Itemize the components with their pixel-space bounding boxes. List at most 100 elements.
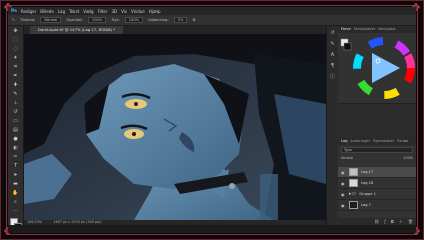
options-bar: ✎ Tilstand: Normal Opacitet: 100% Tryk: … xyxy=(8,15,416,26)
gear-icon[interactable]: ⚙ xyxy=(192,18,195,22)
tab-swatches[interactable]: Farveprøver xyxy=(354,26,376,33)
menu-item-3d[interactable]: 3D xyxy=(111,9,117,14)
stamp-tool-icon[interactable]: ⊥ xyxy=(11,100,21,107)
eye-icon[interactable]: ◉ xyxy=(341,192,346,197)
brush-tool-icon[interactable]: ✎ xyxy=(11,91,21,98)
menu-item-vaelg[interactable]: Vælg xyxy=(83,9,93,14)
layer-thumbnail xyxy=(349,201,358,209)
eye-icon[interactable]: ◉ xyxy=(341,170,346,175)
brush-settings-icon[interactable]: ✎ xyxy=(329,41,337,48)
tab-color[interactable]: Farve xyxy=(341,26,351,33)
color-panel-tabs: Farve Farveprøver Navigator xyxy=(338,26,416,33)
trash-icon[interactable]: 🗑 xyxy=(408,218,413,225)
tools-panel: ✥ ⬚ ◌ ✦ ⌗ ✒ ✚ ✎ ⊥ ↺ ▭ ▤ ● ◐ ✑ T ➤ ▬ ✋ ⌕ … xyxy=(8,26,24,231)
opacity-field[interactable]: 100% xyxy=(87,17,107,23)
tab-history[interactable]: Forløb xyxy=(397,138,408,145)
menu-item-hjaelp[interactable]: Hjælp xyxy=(149,9,161,14)
artwork-illustration xyxy=(24,34,326,220)
blur-tool-icon[interactable]: ● xyxy=(11,136,21,143)
tab-properties[interactable]: Egenskaber xyxy=(373,138,394,145)
healing-tool-icon[interactable]: ✚ xyxy=(11,82,21,89)
eye-icon[interactable]: ◉ xyxy=(341,181,346,186)
link-icon[interactable]: ⛓ xyxy=(374,218,379,225)
blend-controls: Normal 100% xyxy=(341,155,413,161)
zoom-tool-icon[interactable]: ⌕ xyxy=(11,199,21,206)
menu-item-vindue[interactable]: Vindue xyxy=(131,9,145,14)
menu-item-lag[interactable]: Lag xyxy=(58,9,65,14)
fx-icon[interactable]: ƒ xyxy=(384,218,385,225)
move-tool-icon[interactable]: ✥ xyxy=(11,28,21,35)
menu-item-billede[interactable]: Billede xyxy=(40,9,54,14)
crop-tool-icon[interactable]: ⌗ xyxy=(11,64,21,71)
smoothing-field[interactable]: 0% xyxy=(173,17,188,23)
flow-label: Tryk: xyxy=(111,18,120,22)
layers-list: ◉ Lag 17 ◉ Lag 16 ◉ ▸▭ Gruppe 1 ◉ Lag 7 xyxy=(338,167,416,211)
smoothing-label: Udjævning: xyxy=(148,18,169,22)
tab-navigator[interactable]: Navigator xyxy=(378,26,396,33)
tab-adjustments[interactable]: Justeringer xyxy=(351,138,371,145)
layer-name: Lag 7 xyxy=(361,203,371,207)
layer-row[interactable]: ◉ Lag 7 xyxy=(338,200,416,211)
opacity-label: Opacitet: xyxy=(66,18,83,22)
layer-row[interactable]: ◉ Lag 17 xyxy=(338,167,416,178)
layer-thumbnail xyxy=(349,168,358,176)
menu-item-tekst[interactable]: Tekst xyxy=(69,9,79,14)
folder-icon: ▸▭ xyxy=(349,191,357,197)
dodge-tool-icon[interactable]: ◐ xyxy=(11,145,21,152)
magic-wand-tool-icon[interactable]: ✦ xyxy=(11,55,21,62)
layer-name: Lag 16 xyxy=(361,181,374,185)
history-icon[interactable]: ↺ xyxy=(329,30,337,37)
layers-panel-tabs: Lag Justeringer Egenskaber Forløb xyxy=(338,138,416,145)
history-brush-icon[interactable]: ↺ xyxy=(11,109,21,116)
more-tools-icon[interactable]: ⋯ xyxy=(11,208,21,215)
hand-tool-icon[interactable]: ✋ xyxy=(11,190,21,197)
color-picker[interactable] xyxy=(338,33,416,103)
lasso-tool-icon[interactable]: ◌ xyxy=(11,46,21,53)
paragraph-icon[interactable]: ¶ xyxy=(329,63,337,70)
layer-opacity-field[interactable]: 100% xyxy=(403,155,413,161)
color-wheel[interactable] xyxy=(338,33,416,103)
app-icon: Ps xyxy=(11,8,17,14)
type-tool-icon[interactable]: T xyxy=(11,163,21,170)
bottom-bar xyxy=(8,225,416,233)
blend-mode-select[interactable]: Normal xyxy=(341,155,353,161)
shape-tool-icon[interactable]: ▬ xyxy=(11,181,21,188)
document-size: 1487 px x 2074 px (300 ppi) xyxy=(53,220,102,224)
layer-name: Lag 17 xyxy=(361,170,374,174)
layer-filter-input[interactable]: Type xyxy=(341,147,413,153)
zoom-readout[interactable]: 146,53% xyxy=(27,220,42,224)
panel-dock: ↺ ✎ A ¶ ⓘ xyxy=(326,26,338,225)
path-select-icon[interactable]: ➤ xyxy=(11,172,21,179)
character-icon[interactable]: A xyxy=(329,52,337,59)
flow-field[interactable]: 100% xyxy=(124,17,144,23)
photoshop-window: Ps Rediger Billede Lag Tekst Vælg Filter… xyxy=(8,7,416,233)
menu-item-rediger[interactable]: Rediger xyxy=(21,9,36,14)
document-tab[interactable]: DarkLiquid.tif @ 147% (Lag 17, RGB/8) * xyxy=(30,26,124,34)
pen-tool-icon[interactable]: ✑ xyxy=(11,154,21,161)
layer-row[interactable]: ◉ Lag 16 xyxy=(338,178,416,189)
eyedropper-tool-icon[interactable]: ✒ xyxy=(11,73,21,80)
panel-spacer xyxy=(338,103,416,138)
tab-layers[interactable]: Lag xyxy=(341,138,348,145)
right-panel: Farve Farveprøver Navigator Lag Justerin… xyxy=(338,26,416,225)
layer-name: Gruppe 1 xyxy=(359,192,376,196)
mask-icon[interactable]: ◘ xyxy=(391,218,394,225)
document-tab-bar: DarkLiquid.tif @ 147% (Lag 17, RGB/8) * xyxy=(24,26,326,34)
layers-footer: ⛓ ƒ ◘ ＋ 🗑 xyxy=(338,218,416,225)
eye-icon[interactable]: ◉ xyxy=(341,203,346,208)
marquee-tool-icon[interactable]: ⬚ xyxy=(11,37,21,44)
menu-item-filter[interactable]: Filter xyxy=(98,9,108,14)
layers-panel: Lag Justeringer Egenskaber Forløb Type N… xyxy=(338,138,416,225)
layer-thumbnail xyxy=(349,179,358,187)
layer-row[interactable]: ◉ ▸▭ Gruppe 1 xyxy=(338,189,416,200)
mode-label: Tilstand: xyxy=(20,18,36,22)
mode-select[interactable]: Normal xyxy=(40,17,62,23)
brush-tool-icon[interactable]: ✎ xyxy=(12,18,15,22)
eraser-tool-icon[interactable]: ▭ xyxy=(11,118,21,125)
new-layer-icon[interactable]: ＋ xyxy=(399,218,403,225)
menu-bar: Ps Rediger Billede Lag Tekst Vælg Filter… xyxy=(8,7,416,15)
info-icon[interactable]: ⓘ xyxy=(329,74,337,81)
menu-item-vis[interactable]: Vis xyxy=(121,9,127,14)
gradient-tool-icon[interactable]: ▤ xyxy=(11,127,21,134)
artwork-canvas[interactable] xyxy=(24,34,326,220)
